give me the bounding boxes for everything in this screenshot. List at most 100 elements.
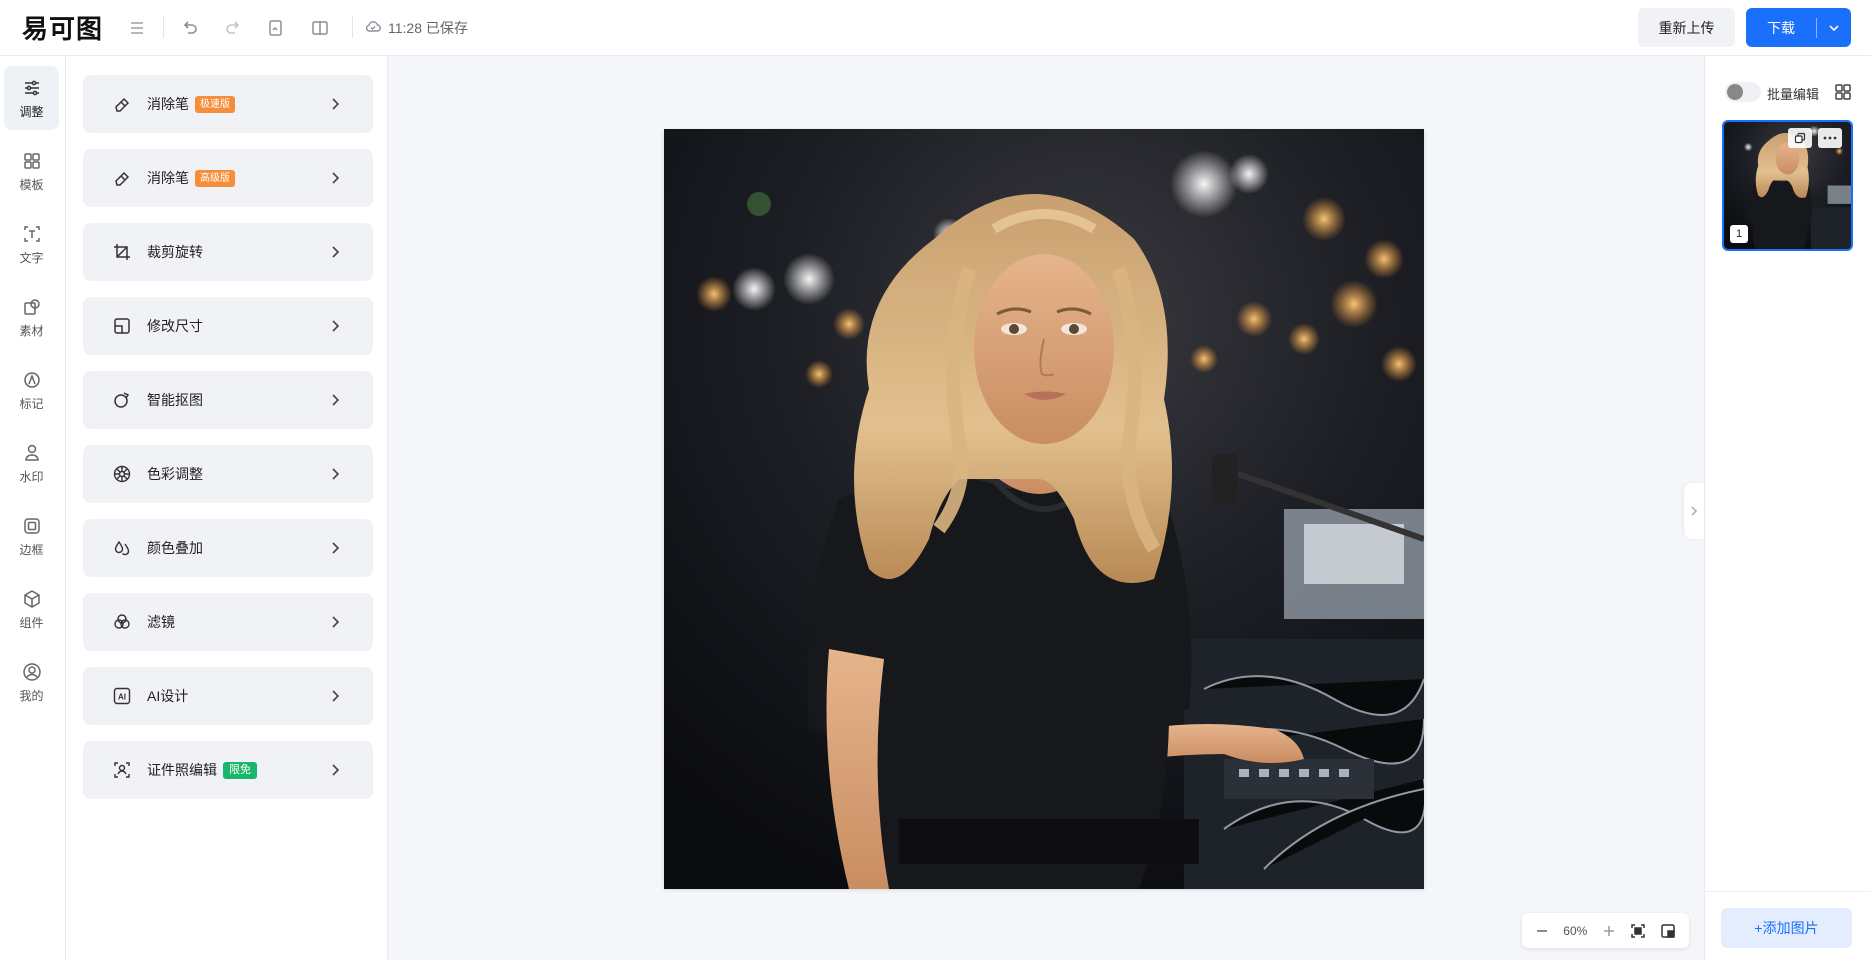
tool-eraser-pro[interactable]: 消除笔 高级版 <box>83 149 373 207</box>
more-icon[interactable] <box>1818 128 1842 148</box>
crop-icon <box>111 241 133 263</box>
user-icon <box>22 662 41 681</box>
nav-item-mine[interactable]: 我的 <box>4 650 59 714</box>
mark-icon <box>23 371 40 388</box>
collapse-right-panel-button[interactable] <box>1684 483 1704 539</box>
nav-label: 标记 <box>19 396 44 411</box>
color-wheel-icon <box>111 463 133 485</box>
undo-icon[interactable] <box>179 17 201 39</box>
nav-item-template[interactable]: 模板 <box>4 139 59 203</box>
adjust-panel: 消除笔 极速版 消除笔 高级版 裁剪旋转 修改尺寸 智能抠图 色彩调整 颜色叠加… <box>66 56 388 960</box>
nav-label: 调整 <box>19 104 44 119</box>
nav-item-border[interactable]: 边框 <box>4 504 59 568</box>
add-image-button[interactable]: +添加图片 <box>1721 908 1852 948</box>
save-status-text: 11:28 已保存 <box>388 19 468 36</box>
fit-screen-icon <box>1630 923 1645 938</box>
download-label: 下载 <box>1767 19 1795 36</box>
redo-icon[interactable] <box>222 17 244 39</box>
chevron-right-icon <box>332 690 340 702</box>
tool-label: 滤镜 <box>147 614 175 630</box>
nav-item-mark[interactable]: 标记 <box>4 358 59 422</box>
nav-label: 文字 <box>19 250 44 265</box>
image-thumbnail[interactable]: 1 <box>1722 120 1853 251</box>
chevron-right-icon <box>1691 506 1698 516</box>
chevron-right-icon <box>332 320 340 332</box>
nav-item-text[interactable]: 文字 <box>4 212 59 276</box>
grid-view-icon[interactable] <box>1833 82 1853 102</box>
right-panel: 批量编辑 1 +添加图片 <box>1704 56 1871 960</box>
tool-label: 裁剪旋转 <box>147 244 203 260</box>
nav-label: 水印 <box>19 469 44 484</box>
menu-icon[interactable] <box>126 17 148 39</box>
add-image-label: +添加图片 <box>1754 920 1819 936</box>
tool-color-overlay[interactable]: 颜色叠加 <box>83 519 373 577</box>
chevron-right-icon <box>332 764 340 776</box>
nav-label: 我的 <box>19 688 44 703</box>
drops-icon <box>111 537 133 559</box>
chevron-right-icon <box>332 172 340 184</box>
nav-item-watermark[interactable]: 水印 <box>4 431 59 495</box>
reupload-label: 重新上传 <box>1658 19 1715 36</box>
top-toolbar: 易可图 11:28 已保存 重新上传 下载 <box>0 0 1871 56</box>
tool-label: 证件照编辑 <box>147 762 217 778</box>
tool-resize[interactable]: 修改尺寸 <box>83 297 373 355</box>
left-nav: 调整 模板 文字 素材 标记 水印 边框 组件 我的 <box>0 56 66 960</box>
tool-tag: 限免 <box>223 761 257 779</box>
divider <box>1705 891 1871 892</box>
tool-tag: 高级版 <box>195 169 235 187</box>
plus-icon <box>1603 925 1614 936</box>
cutout-icon <box>111 389 133 411</box>
batch-edit-toggle[interactable] <box>1725 82 1761 102</box>
compare-icon[interactable] <box>309 17 331 39</box>
download-button[interactable]: 下载 <box>1746 8 1851 47</box>
nav-label: 组件 <box>19 615 44 630</box>
nav-item-adjust[interactable]: 调整 <box>4 66 59 130</box>
fit-screen-button[interactable] <box>1630 923 1646 939</box>
nav-item-component[interactable]: 组件 <box>4 577 59 641</box>
chevron-right-icon <box>332 542 340 554</box>
nav-label: 模板 <box>19 177 44 192</box>
id-photo-icon <box>111 759 133 781</box>
batch-edit-label: 批量编辑 <box>1767 87 1820 102</box>
tool-label: 消除笔 <box>147 170 189 186</box>
chevron-down-icon[interactable] <box>1817 21 1851 35</box>
zoom-level: 60% <box>1563 923 1588 938</box>
chevron-right-icon <box>332 616 340 628</box>
chevron-right-icon <box>332 246 340 258</box>
minimap-icon <box>1661 923 1675 938</box>
toolbar-divider <box>352 16 353 38</box>
cloud-check-icon <box>364 17 382 38</box>
ai-icon: AI <box>111 685 133 707</box>
tool-label: 色彩调整 <box>147 466 203 482</box>
eraser-icon <box>111 167 133 189</box>
thumbnail-index: 1 <box>1730 225 1748 243</box>
history-icon[interactable] <box>265 17 287 39</box>
app-logo[interactable]: 易可图 <box>22 10 103 45</box>
zoom-controls: 60% <box>1522 913 1689 948</box>
sliders-icon <box>24 80 39 95</box>
minimap-button[interactable] <box>1660 923 1676 939</box>
border-icon <box>23 517 40 534</box>
zoom-out-button[interactable] <box>1535 924 1549 938</box>
tool-ai-design[interactable]: AI AI设计 <box>83 667 373 725</box>
zoom-in-button[interactable] <box>1602 924 1616 938</box>
reupload-button[interactable]: 重新上传 <box>1638 8 1735 47</box>
filter-icon <box>111 611 133 633</box>
eraser-icon <box>111 93 133 115</box>
tool-crop-rotate[interactable]: 裁剪旋转 <box>83 223 373 281</box>
tool-color-adjust[interactable]: 色彩调整 <box>83 445 373 503</box>
tool-id-photo[interactable]: 证件照编辑 限免 <box>83 741 373 799</box>
chevron-right-icon <box>332 98 340 110</box>
nav-label: 边框 <box>19 542 44 557</box>
tool-eraser-fast[interactable]: 消除笔 极速版 <box>83 75 373 133</box>
canvas-image[interactable] <box>664 129 1424 889</box>
save-status: 11:28 已保存 <box>364 17 468 38</box>
template-icon <box>23 152 40 169</box>
tool-filter[interactable]: 滤镜 <box>83 593 373 651</box>
tool-label: 修改尺寸 <box>147 318 203 334</box>
tool-smart-cutout[interactable]: 智能抠图 <box>83 371 373 429</box>
nav-item-material[interactable]: 素材 <box>4 285 59 349</box>
tool-label: AI设计 <box>147 688 189 704</box>
tool-label: 颜色叠加 <box>147 540 203 556</box>
copy-icon[interactable] <box>1788 128 1812 148</box>
